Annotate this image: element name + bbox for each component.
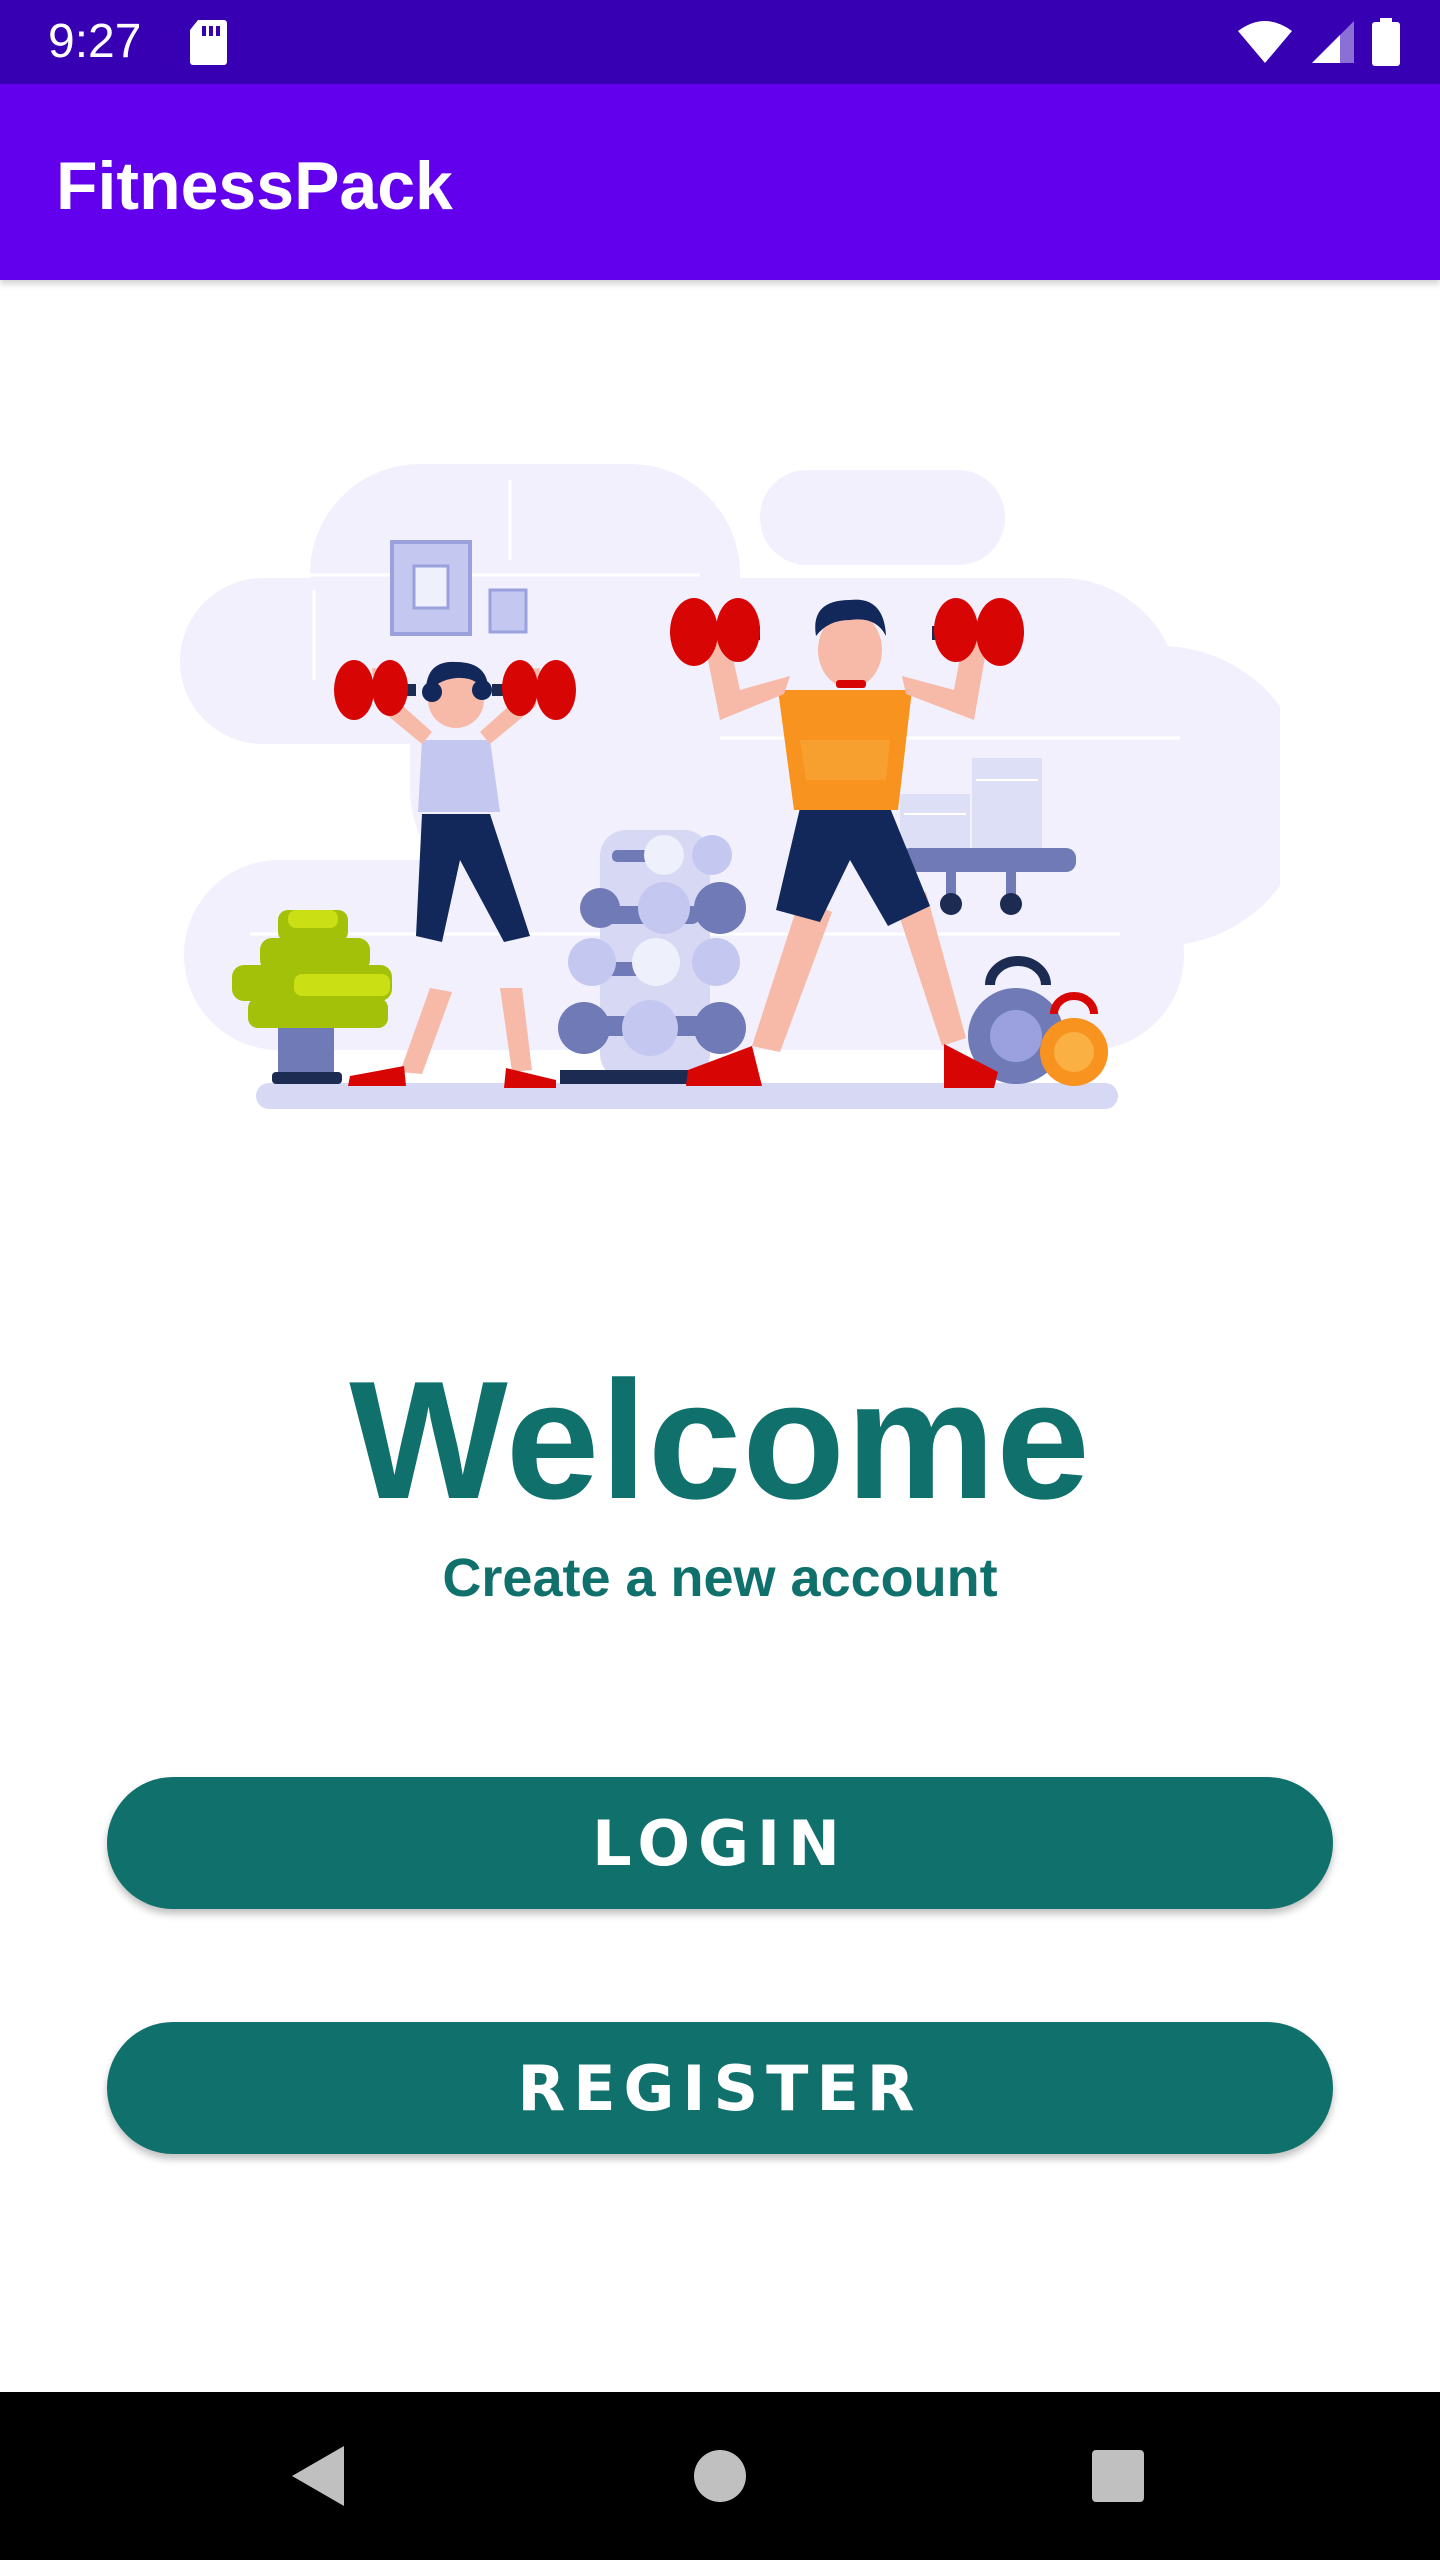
- register-button[interactable]: REGISTER: [107, 2022, 1333, 2154]
- home-icon[interactable]: [678, 2434, 762, 2518]
- battery-icon: [1372, 18, 1400, 66]
- app-bar: FitnessPack: [0, 84, 1440, 280]
- welcome-title: Welcome: [349, 1346, 1091, 1534]
- back-icon[interactable]: [278, 2434, 362, 2518]
- status-bar: 9:27: [0, 0, 1440, 84]
- status-time: 9:27: [48, 15, 142, 68]
- wifi-icon: [1238, 21, 1292, 63]
- fitness-illustration: [180, 464, 1280, 1109]
- login-button[interactable]: LOGIN: [107, 1777, 1333, 1909]
- signal-icon: [1312, 21, 1354, 63]
- navigation-bar: [0, 2392, 1440, 2560]
- welcome-subtitle: Create a new account: [442, 1548, 998, 1608]
- sd-card-icon: [190, 20, 227, 65]
- app-title: FitnessPack: [56, 148, 453, 224]
- recents-icon[interactable]: [1076, 2434, 1160, 2518]
